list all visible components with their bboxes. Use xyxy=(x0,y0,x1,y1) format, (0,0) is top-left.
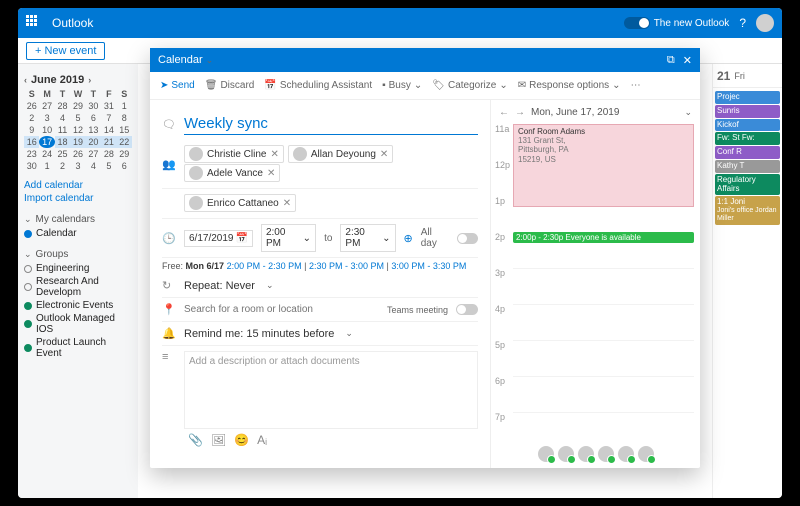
calendar-item[interactable]: Calendar xyxy=(24,228,132,239)
people-icon: 👥 xyxy=(162,158,176,171)
send-button[interactable]: ➤ Send xyxy=(160,80,195,91)
busy-block: Conf Room Adams131 Grant St,Pittsburgh, … xyxy=(513,124,694,207)
free-slot[interactable]: 3:00 PM - 3:30 PM xyxy=(391,261,466,271)
emoji-icon[interactable]: 😊 xyxy=(234,433,249,447)
add-calendar-link[interactable]: Add calendar xyxy=(24,180,132,191)
close-icon[interactable]: ✕ xyxy=(683,54,692,67)
calendar-item[interactable]: Engineering xyxy=(24,263,132,274)
month-next-icon[interactable]: › xyxy=(88,75,91,85)
new-outlook-label: The new Outlook xyxy=(654,18,730,29)
location-icon: 📍 xyxy=(162,303,176,316)
image-icon[interactable]: 🖼 xyxy=(211,433,226,447)
description-input[interactable]: Add a description or attach documents xyxy=(184,351,478,429)
day-of-week: Fri xyxy=(734,71,745,81)
attach-icon[interactable]: 📎 xyxy=(188,433,203,447)
remove-chip-icon[interactable]: ✕ xyxy=(267,168,275,179)
preview-date: Mon, June 17, 2019 xyxy=(531,107,619,118)
day-number: 21 xyxy=(717,69,730,83)
event-compose-modal: Calendar ⌄ ⧉ ✕ ➤ Send 🗑 Discard 📅 Schedu… xyxy=(150,48,700,468)
profile-avatar[interactable] xyxy=(756,14,774,32)
attendee-chip[interactable]: Enrico Cattaneo✕ xyxy=(184,194,296,212)
location-input[interactable] xyxy=(184,304,379,315)
calendar-item[interactable]: Outlook Managed IOS xyxy=(24,313,132,335)
repeat-icon: ↻ xyxy=(162,279,176,292)
next-day-icon[interactable]: → xyxy=(515,107,525,118)
mycalendars-header[interactable]: My calendars xyxy=(36,214,95,225)
remove-chip-icon[interactable]: ✕ xyxy=(380,149,388,160)
groups-header[interactable]: Groups xyxy=(36,249,69,260)
end-time-picker[interactable]: 2:30 PM ⌄ xyxy=(340,224,395,252)
event-title-input[interactable] xyxy=(184,113,478,135)
modal-title: Calendar xyxy=(158,54,203,66)
mini-month-label: June 2019 xyxy=(31,74,84,86)
new-event-button[interactable]: + New event xyxy=(26,42,105,60)
month-prev-icon[interactable]: ‹ xyxy=(24,75,27,85)
more-button[interactable]: ⋯ xyxy=(631,80,641,91)
busy-dropdown[interactable]: ▪ Busy ⌄ xyxy=(382,80,422,91)
prev-day-icon[interactable]: ← xyxy=(499,107,509,118)
format-icon[interactable]: Aᵢ xyxy=(257,433,267,447)
optional-attendees-field[interactable]: Enrico Cattaneo✕ xyxy=(184,194,478,213)
categorize-dropdown[interactable]: 🏷 Categorize ⌄ xyxy=(432,80,507,91)
attendee-chip[interactable]: Allan Deyoung✕ xyxy=(288,145,393,163)
sidebar: ‹ June 2019 › SMTWTFS 26272829303112345678… xyxy=(18,64,138,498)
available-slot[interactable]: 2:00p - 2:30p Everyone is available xyxy=(513,232,694,243)
discard-button[interactable]: 🗑 Discard xyxy=(205,80,255,91)
attendee-chip[interactable]: Christie Cline✕ xyxy=(184,145,284,163)
start-time-picker[interactable]: 2:00 PM ⌄ xyxy=(261,224,316,252)
reminder-dropdown[interactable]: Remind me: 15 minutes before xyxy=(184,328,334,340)
free-slot[interactable]: 2:00 PM - 2:30 PM xyxy=(227,261,302,271)
title-icon: 🗨 xyxy=(162,118,176,131)
app-launcher-icon[interactable] xyxy=(26,15,42,31)
teams-toggle[interactable] xyxy=(456,304,478,315)
new-outlook-toggle[interactable] xyxy=(624,17,650,29)
reminder-icon: 🔔 xyxy=(162,327,176,340)
calendar-item[interactable]: Research And Developm xyxy=(24,276,132,298)
calendar-item[interactable]: Electronic Events xyxy=(24,300,132,311)
attendee-chip[interactable]: Adele Vance✕ xyxy=(184,164,280,182)
date-picker[interactable]: 6/17/2019 📅 xyxy=(184,230,253,247)
free-slot[interactable]: 2:30 PM - 3:00 PM xyxy=(309,261,384,271)
description-icon: ≡ xyxy=(162,351,176,363)
scheduling-assistant-button[interactable]: 📅 Scheduling Assistant xyxy=(264,80,372,91)
mini-calendar[interactable]: SMTWTFS 26272829303112345678910111213141… xyxy=(24,88,132,172)
help-icon[interactable]: ? xyxy=(739,16,746,30)
attendee-avatars xyxy=(491,440,700,468)
free-times: Free: Mon 6/17 2:00 PM - 2:30 PM | 2:30 … xyxy=(162,258,478,274)
response-options-dropdown[interactable]: ✉ Response options ⌄ xyxy=(518,80,621,91)
allday-toggle[interactable] xyxy=(457,233,478,244)
import-calendar-link[interactable]: Import calendar xyxy=(24,193,132,204)
repeat-dropdown[interactable]: Repeat: Never xyxy=(184,280,255,292)
remove-chip-icon[interactable]: ✕ xyxy=(270,149,278,160)
remove-chip-icon[interactable]: ✕ xyxy=(283,198,291,209)
preview-collapse-icon[interactable]: ⌄ xyxy=(684,107,692,118)
app-name: Outlook xyxy=(52,16,93,30)
clock-icon: 🕒 xyxy=(162,232,176,245)
attendees-field[interactable]: Christie Cline✕Allan Deyoung✕ Adele Vance… xyxy=(184,145,478,183)
calendar-item[interactable]: Product Launch Event xyxy=(24,337,132,359)
popout-icon[interactable]: ⧉ xyxy=(667,54,675,67)
